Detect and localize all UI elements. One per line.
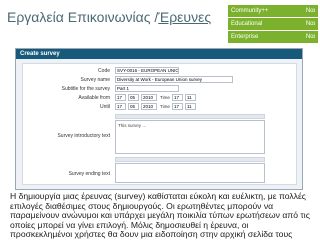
intro-text-content: This survey ... [118, 123, 147, 128]
until-hour-select[interactable]: 17 [172, 103, 183, 110]
slide-title-prefix: Εργαλεία Επικοινωνίας / [7, 9, 159, 25]
subtitle-label: Subtitle for the survey [61, 86, 110, 92]
from-minute-select[interactable]: 11 [185, 94, 196, 101]
survey-name-input[interactable]: Diversity at Work - European Union surve… [115, 76, 233, 83]
edition-row: Enterprise Nαι [228, 31, 318, 43]
edition-label: Educational [228, 18, 300, 30]
subtitle-row: Subtitle for the survey Part 1 [23, 85, 296, 93]
edition-value: Nαι [300, 18, 318, 30]
edition-label: Enterprise [228, 31, 300, 43]
available-from-row: Available from 17 05 2010 Time 17 11 [23, 94, 296, 102]
create-survey-screenshot: Create survey Code SVY-0016 - EUROPEAN U… [15, 48, 303, 190]
code-row: Code SVY-0016 - EUROPEAN UNION [23, 67, 296, 75]
from-year-select[interactable]: 2010 [141, 94, 157, 101]
until-time-label: Time [160, 104, 170, 109]
from-time-label: Time [160, 95, 170, 100]
intro-text-label: Survey introductory text [57, 133, 110, 139]
form-header: Create survey [16, 49, 302, 59]
ending-text-label: Survey ending text [68, 171, 110, 177]
code-label: Code [98, 68, 110, 74]
create-survey-form: Code SVY-0016 - EUROPEAN UNION Survey na… [22, 63, 297, 185]
edition-availability-table: Community++ Nαι Educational Nαι Enterpri… [228, 4, 318, 44]
edition-row: Educational Nαι [228, 18, 318, 30]
from-month-select[interactable]: 05 [128, 94, 139, 101]
slide-title-highlight: Έρευνες [158, 9, 212, 25]
edition-label: Community++ [228, 5, 300, 17]
until-minute-select[interactable]: 11 [185, 103, 196, 110]
edition-value: Nαι [300, 5, 318, 17]
until-row: Until 17 05 2010 Time 17 11 [23, 103, 296, 111]
from-day-select[interactable]: 17 [115, 94, 126, 101]
until-year-select[interactable]: 2010 [141, 103, 157, 110]
until-label: Until [99, 104, 110, 110]
from-hour-select[interactable]: 17 [172, 94, 183, 101]
available-from-label: Available from [78, 95, 110, 101]
caption-text: Η δημιουργία μιας έρευνας (survey) καθίσ… [10, 191, 310, 240]
survey-name-label: Survey name [80, 77, 110, 83]
ending-editor-toolbar[interactable] [115, 157, 265, 162]
edition-row: Community++ Nαι [228, 5, 318, 17]
slide-title: Εργαλεία Επικοινωνίας /Έρευνες [7, 9, 222, 25]
name-row: Survey name Diversity at Work - European… [23, 76, 296, 84]
intro-text-editor[interactable]: This survey ... [115, 120, 265, 154]
subtitle-input[interactable]: Part 1 [115, 85, 179, 92]
until-day-select[interactable]: 17 [115, 103, 126, 110]
intro-editor-toolbar[interactable] [115, 114, 265, 119]
ending-text-editor[interactable] [115, 163, 265, 183]
code-input[interactable]: SVY-0016 - EUROPEAN UNION [115, 67, 179, 74]
edition-value: Nαι [300, 31, 318, 43]
until-month-select[interactable]: 05 [128, 103, 139, 110]
